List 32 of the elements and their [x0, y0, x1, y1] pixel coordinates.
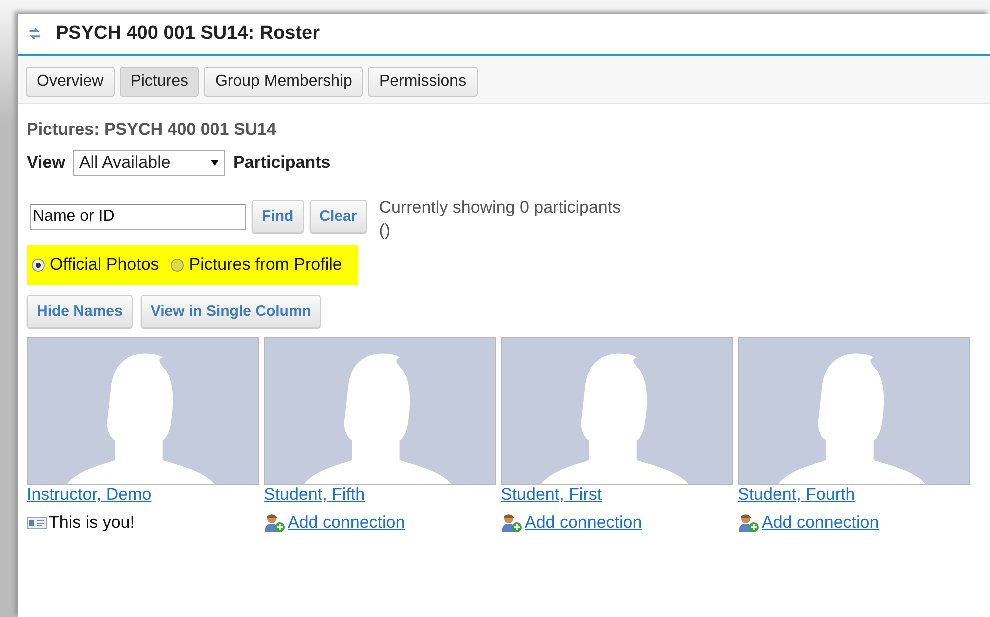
add-person-icon: [738, 513, 760, 533]
status-extra: (): [379, 220, 392, 242]
tab[interactable]: Overview: [26, 67, 115, 97]
search-button[interactable]: Clear: [310, 200, 368, 233]
action-button[interactable]: View in Single Column: [140, 295, 322, 328]
search-button[interactable]: Find: [252, 200, 304, 233]
participant-name-link[interactable]: Student, Fifth: [264, 485, 366, 505]
search-field[interactable]: Name or ID: [30, 204, 246, 230]
participant-name-link[interactable]: Instructor, Demo: [27, 485, 152, 505]
add-connection-link[interactable]: Add connection: [525, 513, 642, 533]
id-card-icon: [27, 516, 47, 530]
tab[interactable]: Group Membership: [204, 67, 364, 97]
add-connection-link[interactable]: Add connection: [288, 513, 406, 533]
participants-label: Participants: [233, 153, 331, 173]
radio-icon[interactable]: [171, 258, 184, 272]
section-heading: Pictures: PSYCH 400 001 SU14: [27, 120, 278, 140]
view-select[interactable]: All Available: [73, 150, 226, 176]
participant-name-link[interactable]: Student, First: [501, 485, 602, 505]
page-title: PSYCH 400 001 SU14: Roster: [56, 23, 320, 45]
radio-icon[interactable]: [32, 258, 45, 272]
caret-icon[interactable]: [211, 159, 220, 167]
self-note: This is you!: [49, 513, 135, 533]
participant-name-link[interactable]: Student, Fourth: [738, 485, 856, 505]
add-person-icon: [501, 513, 523, 533]
refresh-icon[interactable]: [28, 26, 42, 42]
tab[interactable]: Pictures: [120, 67, 200, 97]
action-button[interactable]: Hide Names: [27, 295, 133, 328]
tab[interactable]: Permissions: [368, 67, 478, 97]
view-label: View: [27, 153, 66, 173]
add-connection-link[interactable]: Add connection: [762, 513, 880, 533]
add-person-icon: [264, 513, 286, 533]
status-text: Currently showing 0 participants: [379, 197, 622, 219]
